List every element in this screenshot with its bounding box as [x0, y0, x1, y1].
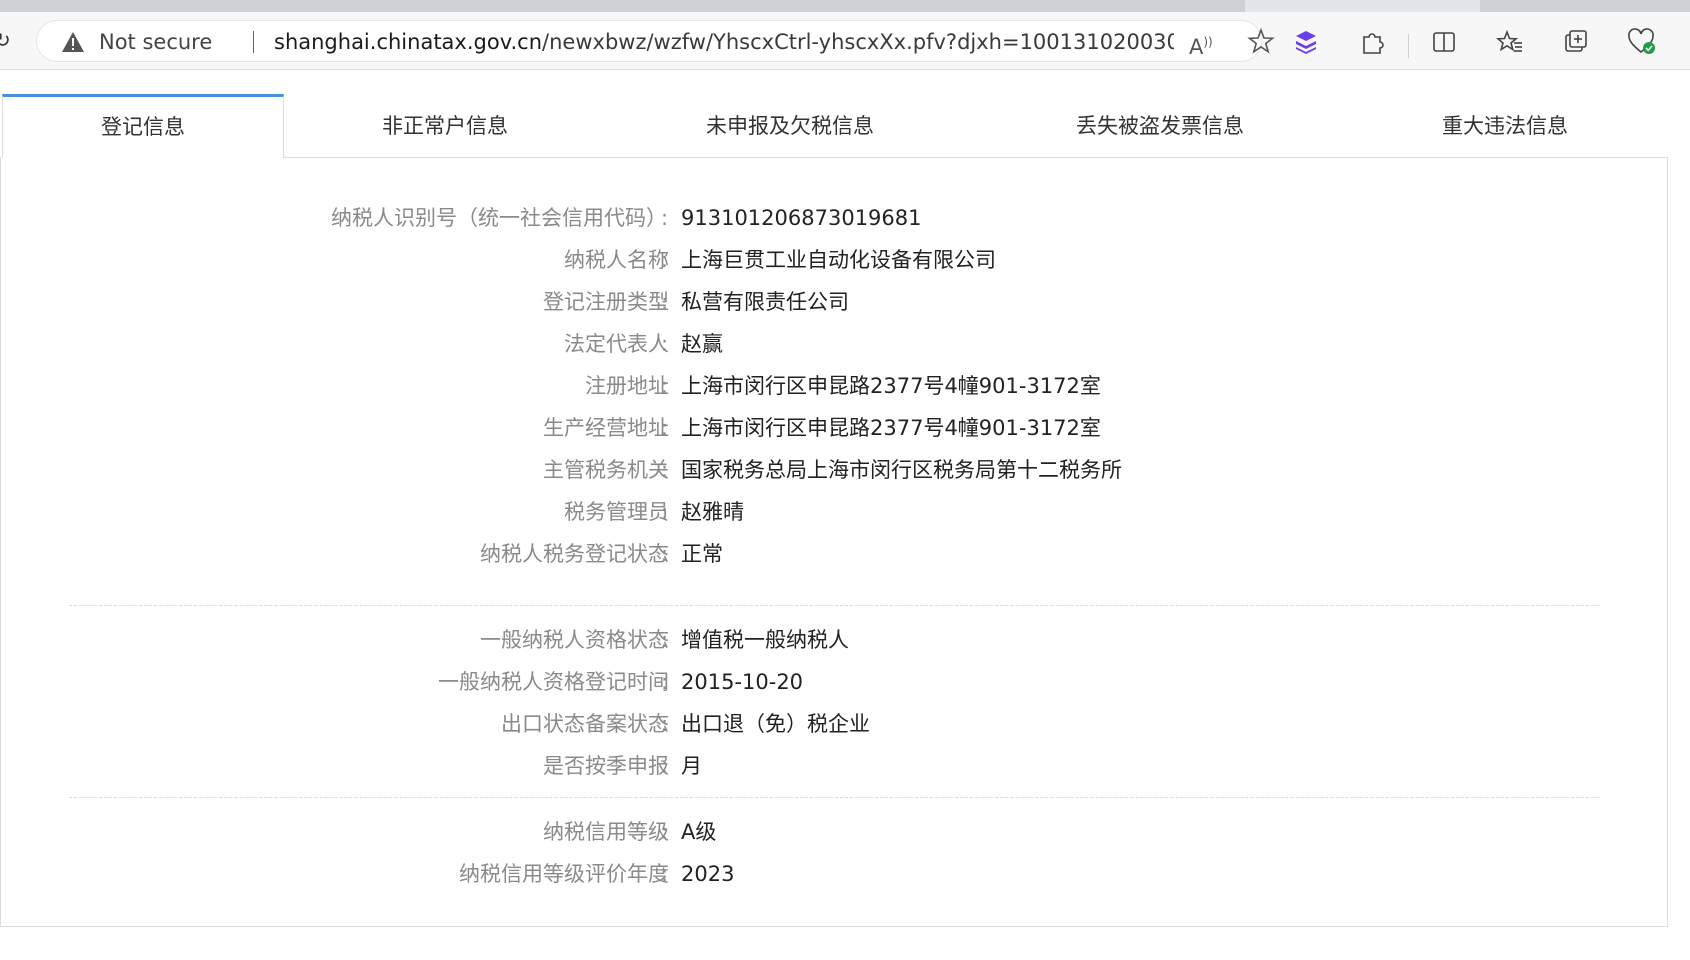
reload-icon[interactable]: ↻	[0, 28, 11, 52]
address-bar[interactable]: Not secure shanghai.chinatax.gov.cn/newx…	[36, 20, 1275, 62]
security-status-text[interactable]: Not secure	[99, 29, 212, 55]
info-row-registration-type: 登记注册类型 : 私营有限责任公司	[1, 285, 1669, 319]
info-label: 纳税信用等级评价年度	[459, 862, 669, 886]
info-tabs: 登记信息 非正常户信息 未申报及欠税信息 丢失被盗发票信息 重大违法信息	[0, 94, 1668, 158]
info-value: A级	[681, 820, 717, 844]
info-row-taxpayer-name: 纳税人名称 : 上海巨贯工业自动化设备有限公司	[1, 243, 1669, 277]
split-screen-icon[interactable]	[1428, 26, 1460, 58]
address-separator	[253, 31, 254, 53]
info-value: 上海巨贯工业自动化设备有限公司	[681, 248, 996, 272]
extensions-puzzle-icon[interactable]	[1356, 26, 1388, 58]
info-row-tax-authority: 主管税务机关 : 国家税务总局上海市闵行区税务局第十二税务所	[1, 453, 1669, 487]
tab-abnormal-household-info[interactable]: 非正常户信息	[290, 94, 600, 158]
label-colon: :	[661, 500, 669, 524]
info-value: 出口退（免）税企业	[681, 712, 870, 736]
info-value: 913101206873019681	[681, 206, 922, 230]
info-row-general-taxpayer-status: 一般纳税人资格状态 : 增值税一般纳税人	[1, 623, 1669, 657]
info-label: 是否按季申报	[543, 754, 669, 778]
info-row-credit-rating-year: 纳税信用等级评价年度 : 2023	[1, 857, 1669, 891]
page-content: 登记信息 非正常户信息 未申报及欠税信息 丢失被盗发票信息 重大违法信息 纳税人…	[0, 70, 1690, 960]
browser-tab[interactable]	[1480, 0, 1690, 12]
browser-tab-strip	[0, 0, 1690, 12]
label-colon: :	[661, 542, 669, 566]
info-label: 法定代表人	[564, 332, 669, 356]
tab-undeclared-arrears-info[interactable]: 未申报及欠税信息	[630, 94, 950, 158]
info-row-general-taxpayer-date: 一般纳税人资格登记时间 : 2015-10-20	[1, 665, 1669, 699]
toolbar-divider	[1408, 34, 1409, 58]
read-aloud-icon[interactable]: A))	[1189, 29, 1217, 59]
label-colon: :	[661, 332, 669, 356]
label-colon: :	[661, 628, 669, 652]
info-value: 月	[681, 754, 702, 778]
stack-extension-icon[interactable]	[1290, 26, 1322, 58]
favorite-star-icon[interactable]	[1247, 27, 1275, 55]
info-label: 税务管理员	[564, 500, 669, 524]
info-value: 2023	[681, 862, 735, 886]
favorites-icon[interactable]	[1494, 26, 1526, 58]
label-colon: :	[661, 374, 669, 398]
browser-toolbar: ↻ Not secure shanghai.chinatax.gov.cn/ne…	[0, 12, 1690, 70]
label-colon: :	[661, 712, 669, 736]
info-value: 增值税一般纳税人	[681, 628, 849, 652]
warning-icon[interactable]	[61, 31, 85, 53]
info-row-registration-status: 纳税人税务登记状态 : 正常	[1, 537, 1669, 571]
info-row-quarterly-filing: 是否按季申报 : 月	[1, 749, 1669, 783]
url-text[interactable]: shanghai.chinatax.gov.cn/newxbwz/wzfw/Yh…	[274, 29, 1174, 55]
info-value: 上海市闵行区申昆路2377号4幢901-3172室	[681, 374, 1101, 398]
label-colon: :	[661, 862, 669, 886]
label-colon: :	[661, 206, 669, 230]
info-row-taxpayer-id: 纳税人识别号（统一社会信用代码） : 913101206873019681	[1, 201, 1669, 235]
label-colon: :	[661, 754, 669, 778]
browser-essentials-icon[interactable]	[1626, 26, 1658, 58]
label-colon: :	[661, 248, 669, 272]
info-row-tax-administrator: 税务管理员 : 赵雅晴	[1, 495, 1669, 529]
info-label: 登记注册类型	[543, 290, 669, 314]
info-value: 私营有限责任公司	[681, 290, 849, 314]
info-label: 纳税人名称	[564, 248, 669, 272]
info-row-export-status: 出口状态备案状态 : 出口退（免）税企业	[1, 707, 1669, 741]
label-colon: :	[661, 290, 669, 314]
info-label: 一般纳税人资格登记时间	[438, 670, 669, 694]
info-value: 2015-10-20	[681, 670, 804, 694]
info-label: 一般纳税人资格状态	[480, 628, 669, 652]
info-row-credit-rating: 纳税信用等级 : A级	[1, 815, 1669, 849]
info-value: 上海市闵行区申昆路2377号4幢901-3172室	[681, 416, 1101, 440]
section-divider	[69, 605, 1599, 606]
label-colon: :	[661, 670, 669, 694]
info-label: 注册地址	[585, 374, 669, 398]
section-divider	[69, 797, 1599, 798]
tab-registration-info[interactable]: 登记信息	[2, 94, 284, 158]
info-label: 纳税人税务登记状态	[480, 542, 669, 566]
info-row-registered-address: 注册地址 : 上海市闵行区申昆路2377号4幢901-3172室	[1, 369, 1669, 403]
info-value: 正常	[681, 542, 723, 566]
info-row-legal-representative: 法定代表人 : 赵赢	[1, 327, 1669, 361]
info-label: 生产经营地址	[543, 416, 669, 440]
info-label: 纳税人识别号（统一社会信用代码）	[331, 206, 667, 230]
url-domain: shanghai.chinatax.gov.cn	[274, 30, 543, 54]
tab-lost-invoice-info[interactable]: 丢失被盗发票信息	[1000, 94, 1320, 158]
info-label: 纳税信用等级	[543, 820, 669, 844]
label-colon: :	[661, 416, 669, 440]
info-row-business-address: 生产经营地址 : 上海市闵行区申昆路2377号4幢901-3172室	[1, 411, 1669, 445]
info-label: 出口状态备案状态	[501, 712, 669, 736]
browser-tab[interactable]	[0, 0, 1245, 12]
info-value: 国家税务总局上海市闵行区税务局第十二税务所	[681, 458, 1122, 482]
collections-icon[interactable]	[1560, 26, 1592, 58]
info-label: 主管税务机关	[543, 458, 669, 482]
label-colon: :	[661, 458, 669, 482]
registration-info-panel: 纳税人识别号（统一社会信用代码） : 913101206873019681 纳税…	[0, 157, 1668, 927]
label-colon: :	[661, 820, 669, 844]
info-value: 赵赢	[681, 332, 723, 356]
url-path: /newxbwz/wzfw/YhscxCtrl-yhscxXx.pfv?djxh…	[542, 30, 1174, 54]
tab-major-violation-info[interactable]: 重大违法信息	[1360, 94, 1650, 158]
info-value: 赵雅晴	[681, 500, 744, 524]
